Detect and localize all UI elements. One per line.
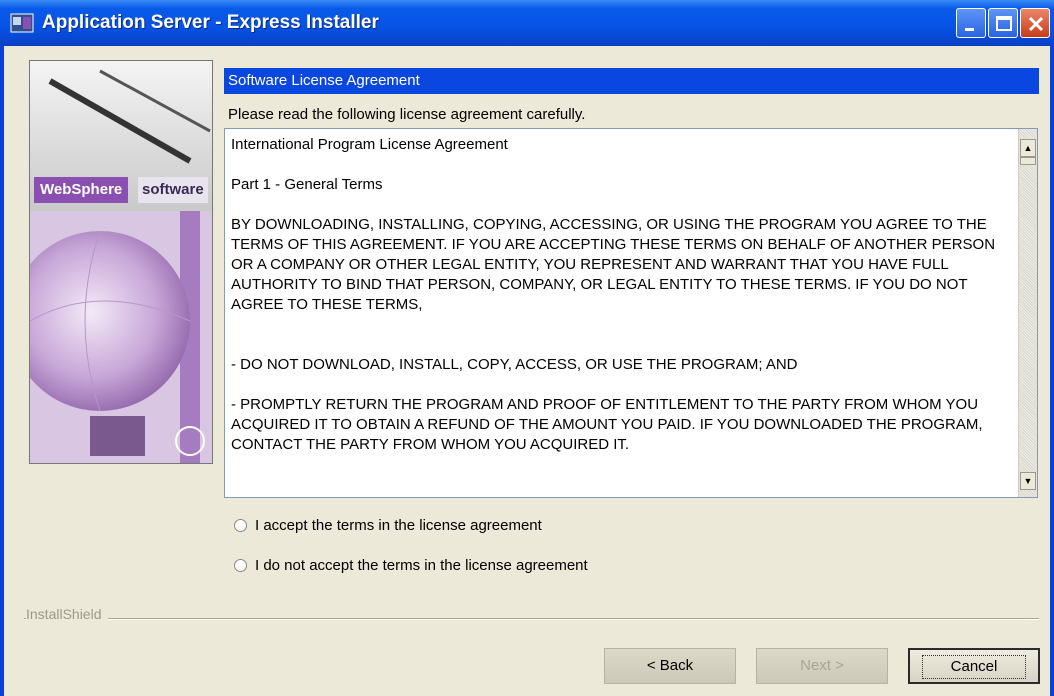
license-agreement-text: International Program License Agreement … — [231, 136, 996, 453]
scroll-thumb[interactable] — [1020, 157, 1036, 165]
cancel-button-label: Cancel — [921, 655, 1027, 679]
close-button[interactable] — [1020, 8, 1050, 38]
scroll-up-button[interactable]: ▲ — [1020, 139, 1036, 157]
close-icon — [1028, 16, 1044, 32]
accept-label[interactable]: I accept the terms in the license agreem… — [255, 517, 542, 534]
footer-divider — [24, 618, 1039, 620]
section-title: Software License Agreement — [224, 68, 1039, 94]
accept-radio[interactable] — [234, 518, 247, 532]
websphere-logo: WebSphere — [34, 177, 129, 203]
decline-option[interactable]: I do not accept the terms in the license… — [234, 554, 588, 576]
banner-artwork-image — [30, 61, 212, 463]
minimize-icon — [965, 28, 974, 31]
arrow-down-icon: ▼ — [1023, 476, 1033, 486]
window-title: Application Server - Express Installer — [42, 12, 379, 33]
maximize-button[interactable] — [988, 8, 1018, 38]
installer-window: Application Server - Express Installer W… — [0, 0, 1054, 696]
back-button[interactable]: < Back — [604, 648, 736, 684]
installshield-label: InstallShield — [26, 606, 108, 622]
next-button[interactable]: Next > — [756, 648, 888, 684]
title-bar[interactable]: Application Server - Express Installer — [0, 0, 1054, 46]
minimize-button[interactable] — [956, 8, 986, 38]
installer-app-icon — [10, 11, 34, 35]
cancel-button[interactable]: Cancel — [908, 648, 1040, 684]
decline-radio[interactable] — [234, 558, 247, 572]
instruction-text: Please read the following license agreem… — [228, 106, 586, 123]
arrow-up-icon: ▲ — [1023, 143, 1033, 153]
accept-option[interactable]: I accept the terms in the license agreem… — [234, 514, 542, 536]
websphere-side-banner: WebSphere software — [29, 60, 213, 464]
decline-label[interactable]: I do not accept the terms in the license… — [255, 557, 588, 574]
maximize-icon — [996, 16, 1012, 31]
software-label: software — [138, 177, 208, 203]
scroll-down-button[interactable]: ▼ — [1020, 472, 1036, 490]
license-text-area[interactable]: International Program License Agreement … — [224, 128, 1038, 498]
vertical-scrollbar[interactable]: ▲ ▼ — [1018, 129, 1037, 497]
